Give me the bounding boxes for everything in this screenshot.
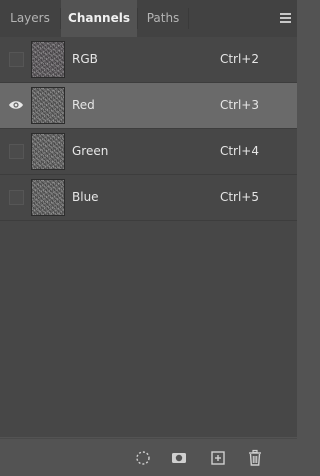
load-selection-icon <box>136 451 150 465</box>
panel-tab-bar: Layers Channels Paths <box>0 0 297 37</box>
save-selection-as-mask-button[interactable] <box>170 449 188 467</box>
channel-row-rgb[interactable]: RGB Ctrl+2 <box>0 37 297 83</box>
channel-thumbnail <box>31 41 65 78</box>
panel-footer <box>0 438 297 476</box>
channel-thumbnail <box>31 133 65 170</box>
channels-panel: Layers Channels Paths RGB Ctrl+2 Red Ctr… <box>0 0 297 476</box>
channel-row-red[interactable]: Red Ctrl+3 <box>0 83 297 129</box>
tab-divider <box>188 8 189 29</box>
visibility-toggle[interactable] <box>8 189 24 205</box>
channel-name: Blue <box>72 190 99 204</box>
visibility-toggle[interactable] <box>8 143 24 159</box>
channel-row-blue[interactable]: Blue Ctrl+5 <box>0 175 297 221</box>
channel-name: Green <box>72 144 109 158</box>
new-channel-icon <box>211 451 225 465</box>
eye-icon <box>9 101 23 109</box>
visibility-off-box <box>9 190 24 205</box>
channel-shortcut: Ctrl+5 <box>219 190 259 204</box>
channel-name: Red <box>72 98 95 112</box>
channel-shortcut: Ctrl+3 <box>219 98 259 112</box>
visibility-toggle[interactable] <box>8 51 24 67</box>
visibility-toggle[interactable] <box>8 97 24 113</box>
visibility-off-box <box>9 52 24 67</box>
hamburger-menu-icon[interactable] <box>280 13 291 23</box>
channel-thumbnail <box>31 87 65 124</box>
channel-list: RGB Ctrl+2 Red Ctrl+3 Green Ctrl+4 Blue … <box>0 37 297 437</box>
delete-channel-icon <box>249 449 261 466</box>
channel-shortcut: Ctrl+4 <box>219 144 259 158</box>
tab-channels[interactable]: Channels <box>61 0 137 37</box>
new-channel-button[interactable] <box>209 449 227 467</box>
load-selection-button[interactable] <box>134 449 152 467</box>
save-selection-as-mask-icon <box>172 453 186 463</box>
tab-layers[interactable]: Layers <box>0 0 60 37</box>
visibility-off-box <box>9 144 24 159</box>
channel-thumbnail <box>31 179 65 216</box>
delete-channel-button[interactable] <box>246 449 264 467</box>
channel-shortcut: Ctrl+2 <box>219 52 259 66</box>
channel-row-green[interactable]: Green Ctrl+4 <box>0 129 297 175</box>
channel-name: RGB <box>72 52 98 66</box>
tab-paths[interactable]: Paths <box>138 0 188 37</box>
